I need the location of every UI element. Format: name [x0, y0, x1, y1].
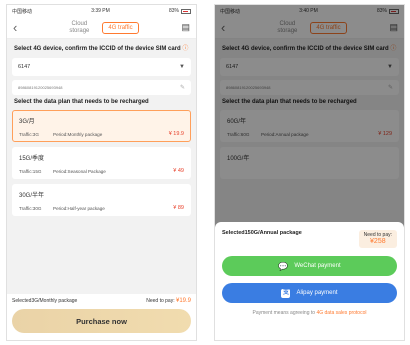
- plan-card-30g[interactable]: 30G/半年 Traffic:30G Period:Half-year pack…: [12, 184, 191, 216]
- plan-period: Period:Monthly package: [53, 131, 103, 137]
- alipay-label: Alipay payment: [296, 290, 338, 297]
- sales-protocol-link[interactable]: 4G data sales protocol: [316, 310, 366, 316]
- plan-name: 15G/季度: [19, 156, 45, 162]
- wechat-payment-button[interactable]: 💬 WeChat payment: [222, 256, 397, 277]
- device-section-title: Select 4G device, confirm the ICCID of t…: [14, 46, 189, 52]
- plan-traffic: Traffic:15G: [19, 168, 42, 174]
- sheet-selected-plan: Selected150G/Annual package: [222, 230, 302, 236]
- edit-icon[interactable]: ✎: [180, 84, 185, 91]
- wechat-label: WeChat payment: [294, 263, 341, 270]
- status-time: 3:39 PM: [91, 8, 110, 14]
- plan-section-title: Select the data plan that needs to be re…: [14, 98, 149, 105]
- battery-icon: [181, 8, 191, 14]
- iccid-field[interactable]: 89860819120025693948 ✎: [12, 79, 191, 95]
- need-to-pay-value: ¥258: [370, 238, 386, 245]
- plan-card-3g[interactable]: 3G/月 Traffic:3G Period:Monthly package ¥…: [12, 110, 191, 142]
- plan-price: ¥ 49: [173, 168, 184, 174]
- plan-traffic: Traffic:3G: [19, 131, 39, 137]
- need-to-pay-box: Need to pay: ¥258: [358, 230, 397, 249]
- carrier-text: 中国移动: [12, 8, 33, 15]
- plan-price: ¥ 89: [173, 205, 184, 211]
- left-screen: 中国移动 3:39 PM 83% ‹ Cloud storage 4G traf…: [6, 4, 197, 341]
- main-content: Select 4G device, confirm the ICCID of t…: [7, 39, 196, 225]
- device-name: 6147: [18, 63, 31, 70]
- purchase-now-button[interactable]: Purchase now: [12, 309, 191, 333]
- plan-traffic: Traffic:30G: [19, 205, 42, 211]
- plan-name: 3G/月: [19, 119, 35, 125]
- agreement-text: Payment means agreeing to 4G data sales …: [252, 310, 367, 317]
- plan-price: ¥ 19.9: [168, 131, 184, 137]
- plan-period: Period:Half-year package: [53, 205, 105, 211]
- right-screen: 中国移动 3:40 PM 83% ‹ Cloud storage 4G traf…: [214, 4, 405, 341]
- tab-4g-traffic[interactable]: 4G traffic: [102, 21, 139, 34]
- plan-period: Period:Seasonal Package: [53, 168, 106, 174]
- need-to-pay-label: Need to pay:: [146, 298, 175, 304]
- payment-sheet: Selected150G/Annual package Need to pay:…: [215, 222, 404, 340]
- plan-name: 30G/半年: [19, 193, 45, 199]
- status-bar: 中国移动 3:39 PM 83%: [7, 5, 196, 17]
- chevron-down-icon: ▼: [179, 63, 185, 70]
- wechat-icon: 💬: [278, 261, 289, 271]
- tab-group: Cloud storage 4G traffic: [64, 21, 139, 34]
- tab-cloud-storage[interactable]: Cloud storage: [64, 21, 94, 34]
- device-select[interactable]: 6147 ▼: [12, 57, 191, 76]
- info-icon[interactable]: ⓘ: [182, 46, 188, 52]
- purchase-footer: Selected3G/Monthly package Need to pay: …: [7, 294, 196, 340]
- nav-bar: ‹ Cloud storage 4G traffic ▤: [7, 17, 196, 39]
- need-to-pay-value: ¥19.9: [175, 298, 191, 304]
- back-icon[interactable]: ‹: [13, 21, 25, 34]
- alipay-payment-button[interactable]: 支 Alipay payment: [222, 283, 397, 304]
- battery-percent: 83%: [168, 8, 179, 14]
- alipay-icon: 支: [281, 288, 291, 298]
- selected-plan-text: Selected3G/Monthly package: [12, 298, 78, 304]
- plan-card-15g[interactable]: 15G/季度 Traffic:15G Period:Seasonal Packa…: [12, 147, 191, 179]
- iccid-value: 89860819120025693948: [18, 84, 63, 90]
- document-icon[interactable]: ▤: [178, 22, 190, 33]
